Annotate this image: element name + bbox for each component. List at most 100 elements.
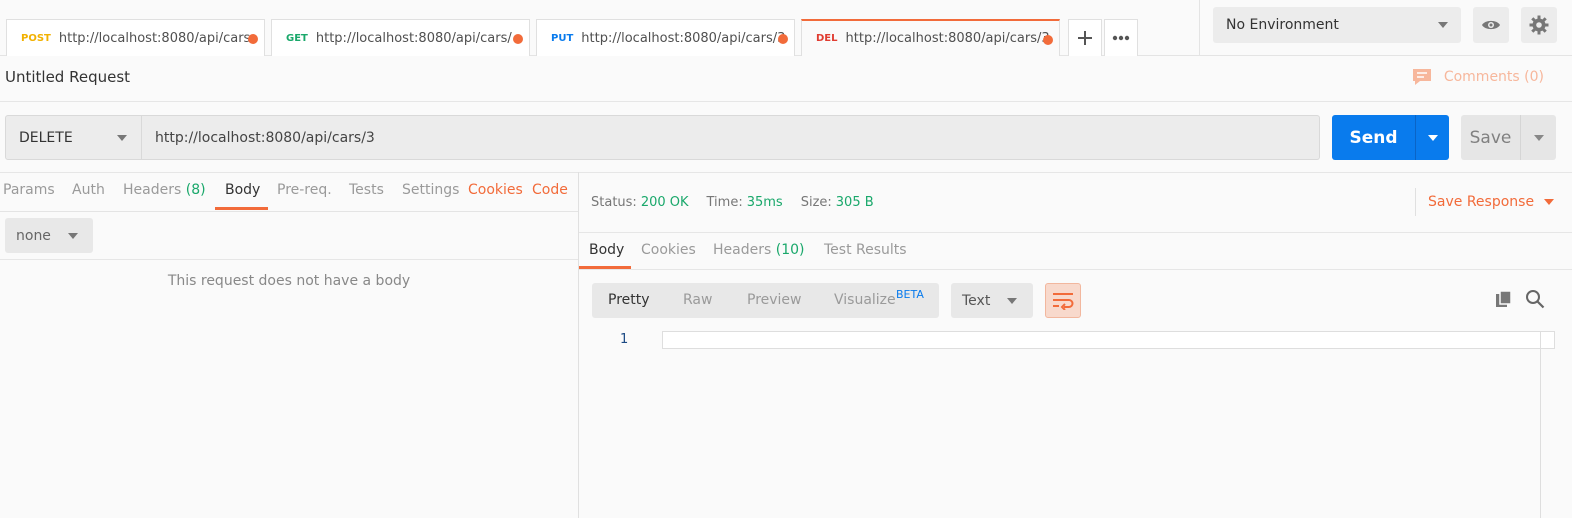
more-tabs-button[interactable] [1104, 19, 1138, 56]
unsaved-dot-icon [778, 34, 788, 44]
response-tab-headers[interactable]: Headers (10) [713, 242, 804, 258]
gear-icon [1529, 15, 1549, 35]
chevron-down-icon [1544, 199, 1555, 205]
request-tab-post[interactable]: POST http://localhost:8080/api/cars [6, 19, 265, 56]
plus-icon [1078, 31, 1092, 45]
headers-count: (8) [185, 182, 206, 198]
body-type-select[interactable]: none [5, 218, 93, 253]
time-label: Time: [706, 195, 743, 210]
response-view-modes: Pretty Raw Preview Visualize BETA [592, 283, 939, 318]
no-body-message: This request does not have a body [167, 273, 411, 289]
new-tab-button[interactable] [1068, 19, 1102, 56]
unsaved-dot-icon [513, 34, 523, 44]
response-body-editor[interactable] [662, 331, 1555, 349]
copy-icon [1496, 290, 1512, 307]
request-tab-put[interactable]: PUT http://localhost:8080/api/cars/3 [536, 19, 795, 56]
response-tab-cookies[interactable]: Cookies [641, 242, 696, 258]
status-label: Status: [591, 195, 637, 210]
tab-headers[interactable]: Headers (8) [123, 182, 206, 198]
size-value[interactable]: 305 B [836, 195, 874, 210]
http-method-label: DELETE [19, 129, 73, 146]
search-icon [1526, 290, 1545, 309]
save-options-button[interactable] [1520, 115, 1556, 160]
editor-scrollbar[interactable] [1540, 331, 1541, 518]
response-format-select[interactable]: Text [951, 283, 1033, 318]
divider [579, 232, 1572, 233]
tab-body[interactable]: Body [225, 182, 260, 198]
response-headers-count: (10) [775, 242, 805, 258]
body-type-label: none [16, 227, 51, 244]
code-link[interactable]: Code [532, 182, 568, 198]
search-response-button[interactable] [1525, 289, 1545, 309]
wrap-lines-button[interactable] [1045, 283, 1081, 318]
view-preview[interactable]: Preview [747, 292, 802, 308]
line-number: 1 [620, 332, 629, 347]
comments-label: Comments (0) [1443, 69, 1544, 85]
chevron-down-icon [68, 232, 78, 239]
view-pretty[interactable]: Pretty [608, 292, 650, 308]
copy-response-button[interactable] [1494, 289, 1514, 309]
environment-select-label: No Environment [1226, 17, 1339, 33]
size-label: Size: [800, 195, 832, 210]
response-tab-test-results[interactable]: Test Results [824, 242, 907, 258]
beta-badge: BETA [896, 288, 924, 301]
chevron-down-icon [1438, 22, 1448, 28]
response-headers-label: Headers [713, 242, 772, 258]
request-tab-delete[interactable]: DEL http://localhost:8080/api/cars/3 [801, 19, 1060, 56]
unsaved-dot-icon [1043, 35, 1053, 45]
chevron-down-icon [1007, 297, 1017, 304]
tab-pre-request-script[interactable]: Pre-req. [277, 182, 332, 198]
time-value[interactable]: 35ms [747, 195, 783, 210]
cookies-link[interactable]: Cookies [468, 182, 523, 198]
send-options-button[interactable] [1415, 115, 1449, 160]
tab-tests[interactable]: Tests [349, 182, 384, 198]
tab-headers-label: Headers [123, 182, 182, 198]
tabbar-divider [1199, 0, 1200, 56]
manage-environments-button[interactable] [1521, 7, 1557, 43]
request-url-input[interactable]: http://localhost:8080/api/cars/3 [142, 115, 1320, 160]
tab-url-label: http://localhost:8080/api/cars/3 [845, 31, 1050, 46]
response-tab-body[interactable]: Body [589, 242, 624, 258]
tab-method-label: POST [21, 32, 51, 44]
send-label: Send [1349, 127, 1398, 148]
tab-method-label: DEL [816, 33, 838, 44]
pane-splitter[interactable] [578, 172, 579, 518]
response-format-label: Text [962, 292, 991, 309]
send-button[interactable]: Send [1332, 115, 1449, 160]
chevron-down-icon [117, 134, 127, 141]
tab-method-label: GET [286, 32, 308, 44]
response-meta: Status: 200 OK Time: 35ms Size: 305 B [591, 195, 874, 210]
eye-icon [1482, 20, 1500, 30]
request-tab-bar: POST http://localhost:8080/api/cars GET … [0, 0, 1572, 56]
ellipsis-icon [1112, 35, 1130, 41]
chevron-down-icon [1533, 134, 1544, 141]
divider [0, 101, 1572, 102]
request-title[interactable]: Untitled Request [5, 68, 130, 86]
active-tab-indicator [215, 207, 268, 210]
tab-settings[interactable]: Settings [402, 182, 459, 198]
tab-auth[interactable]: Auth [72, 182, 105, 198]
wrap-lines-icon [1053, 292, 1074, 310]
environment-quick-look-button[interactable] [1473, 7, 1509, 43]
save-label: Save [1469, 127, 1512, 148]
save-response-label: Save Response [1428, 194, 1535, 210]
divider [0, 259, 578, 260]
tab-url-label: http://localhost:8080/api/cars/3 [581, 30, 786, 46]
http-method-select[interactable]: DELETE [5, 115, 142, 160]
save-button[interactable]: Save [1461, 115, 1556, 160]
comments-button[interactable]: Comments (0) [1412, 68, 1544, 86]
comment-icon [1412, 69, 1431, 85]
request-tabs: Params Auth Headers (8) Body Pre-req. Te… [0, 172, 578, 212]
view-visualize[interactable]: Visualize [834, 292, 896, 308]
unsaved-dot-icon [248, 34, 258, 44]
request-tab-get[interactable]: GET http://localhost:8080/api/cars/ [271, 19, 530, 56]
save-response-button[interactable]: Save Response [1415, 188, 1555, 216]
tab-url-label: http://localhost:8080/api/cars/ [315, 30, 512, 46]
status-value[interactable]: 200 OK [641, 195, 689, 210]
tab-method-label: PUT [551, 32, 574, 44]
chevron-down-icon [1427, 134, 1438, 141]
tab-params[interactable]: Params [3, 182, 55, 198]
view-raw[interactable]: Raw [683, 292, 712, 308]
environment-select[interactable]: No Environment [1213, 7, 1461, 43]
divider [579, 269, 1572, 270]
